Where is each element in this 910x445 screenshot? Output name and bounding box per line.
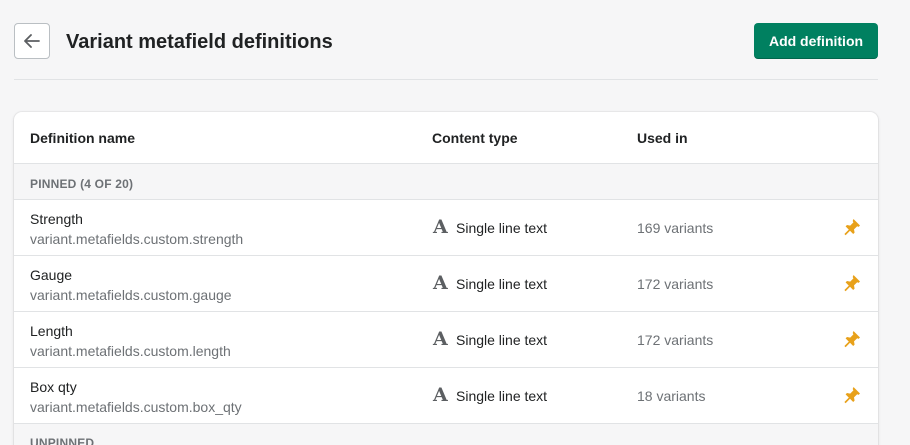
definition-key: variant.metafields.custom.gauge (30, 287, 232, 303)
add-definition-button[interactable]: Add definition (754, 23, 878, 59)
definition-name[interactable]: Length (30, 323, 73, 339)
pinned-section-label: PINNED (4 OF 20) (30, 177, 134, 191)
text-type-icon: A (433, 384, 448, 406)
text-type-icon: A (433, 328, 448, 350)
back-button[interactable] (14, 23, 50, 59)
used-in-count: 169 variants (637, 220, 714, 236)
content-type-label: Single line text (456, 276, 548, 292)
text-type-icon: A (433, 216, 448, 238)
text-type-icon: A (433, 272, 448, 294)
column-header-used: Used in (637, 130, 688, 146)
used-in-count: 18 variants (637, 388, 706, 404)
page-title: Variant metafield definitions (66, 31, 333, 53)
table-header: Definition name Content type Used in (14, 112, 878, 164)
definition-key: variant.metafields.custom.box_qty (30, 399, 242, 415)
pin-icon[interactable] (842, 385, 862, 405)
definition-name[interactable]: Box qty (30, 379, 77, 395)
unpinned-section-label: UNPINNED (30, 436, 95, 445)
content-type-label: Single line text (456, 388, 548, 404)
definitions-table: Definition name Content type Used in PIN… (14, 112, 878, 445)
definition-name[interactable]: Strength (30, 211, 83, 227)
header-divider (14, 79, 878, 80)
table-row[interactable]: Gauge variant.metafields.custom.gauge A … (14, 256, 878, 312)
pinned-section-header: PINNED (4 OF 20) (14, 164, 878, 200)
table-row[interactable]: Strength variant.metafields.custom.stren… (14, 200, 878, 256)
content-type-label: Single line text (456, 220, 548, 236)
definition-key: variant.metafields.custom.strength (30, 231, 244, 247)
pin-icon[interactable] (842, 273, 862, 293)
definition-key: variant.metafields.custom.length (30, 343, 231, 359)
arrow-left-icon (24, 34, 40, 48)
table-row[interactable]: Box qty variant.metafields.custom.box_qt… (14, 368, 878, 424)
pin-icon[interactable] (842, 217, 862, 237)
column-header-type: Content type (432, 130, 518, 146)
definition-name[interactable]: Gauge (30, 267, 72, 283)
unpinned-section-header: UNPINNED (14, 424, 878, 445)
page-header: Variant metafield definitions Add defini… (14, 23, 878, 59)
table-row[interactable]: Length variant.metafields.custom.length … (14, 312, 878, 368)
used-in-count: 172 variants (637, 332, 714, 348)
used-in-count: 172 variants (637, 276, 714, 292)
content-type-label: Single line text (456, 332, 548, 348)
column-header-name: Definition name (30, 130, 136, 146)
pin-icon[interactable] (842, 329, 862, 349)
